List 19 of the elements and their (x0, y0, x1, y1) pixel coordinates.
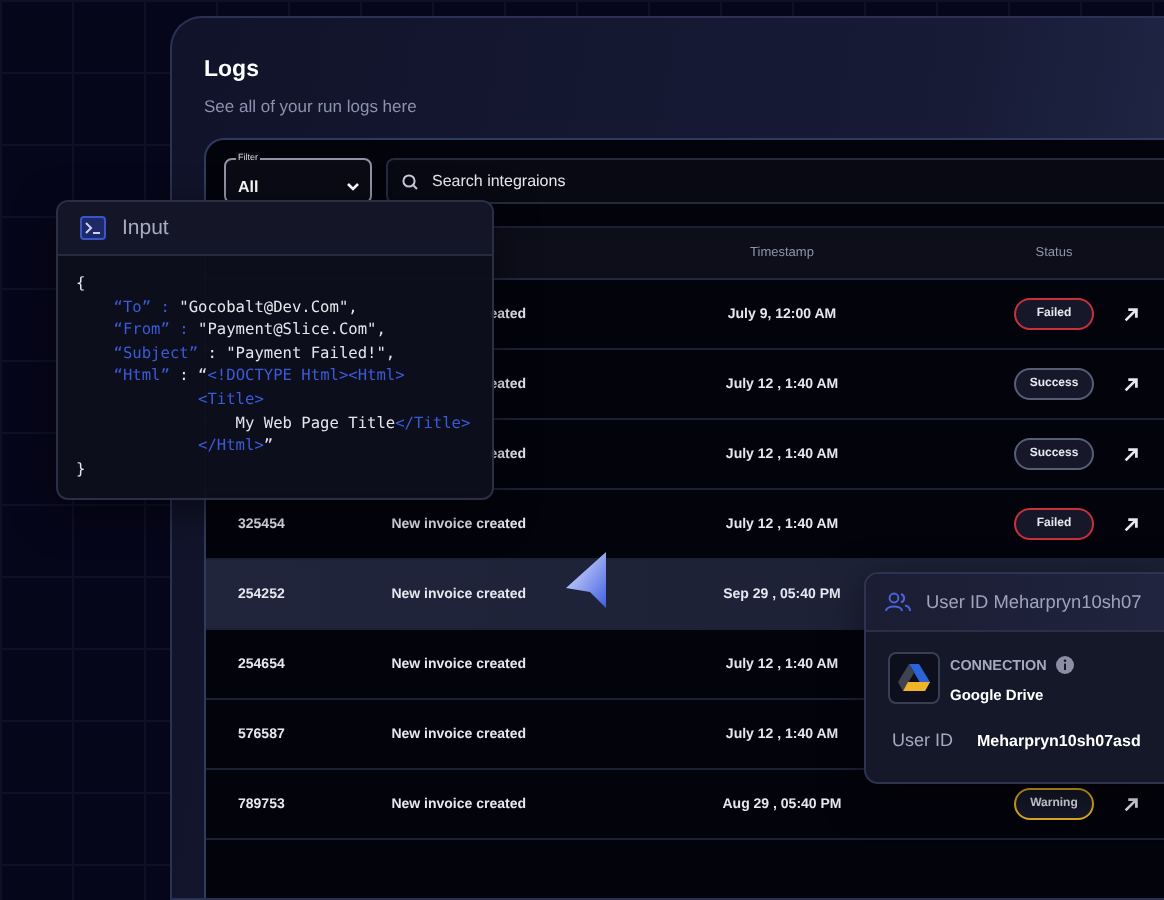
field-label: User ID (892, 730, 954, 750)
page-title: Logs (204, 58, 259, 82)
arrow-up-right-icon[interactable] (1122, 445, 1140, 463)
card-title: Input (122, 216, 169, 240)
terminal-icon (80, 216, 106, 240)
arrow-up-right-icon[interactable] (1122, 515, 1140, 533)
arrow-up-right-icon[interactable] (1122, 795, 1140, 813)
arrow-up-right-icon[interactable] (1122, 375, 1140, 393)
arrow-up-right-icon[interactable] (1122, 305, 1140, 323)
field-value: Meharpryn10sh07asd (977, 731, 1141, 749)
chevron-down-icon (346, 181, 360, 191)
page-subtitle: See all of your run logs here (204, 96, 417, 116)
search-icon (402, 173, 418, 189)
users-icon (884, 592, 912, 612)
info-icon[interactable] (1056, 656, 1075, 674)
search-field[interactable]: Search integraions (386, 158, 1164, 204)
drive-logo-icon (898, 664, 930, 692)
card-title: User ID Meharpryn10sh07 (926, 592, 1142, 612)
cursor-icon (564, 550, 612, 610)
